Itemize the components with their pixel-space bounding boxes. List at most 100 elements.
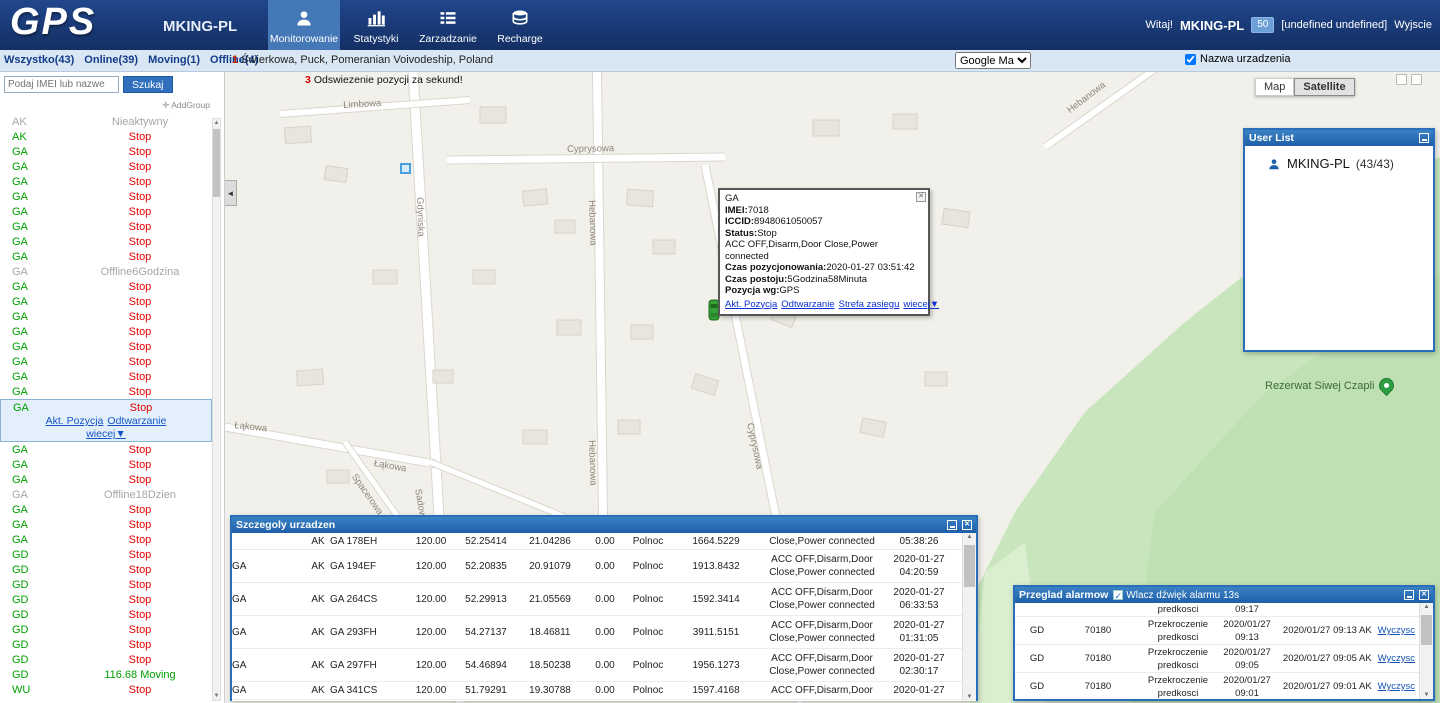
message-count-badge[interactable]: 50 (1251, 17, 1274, 33)
device-row[interactable]: GAStop (0, 309, 212, 324)
device-row[interactable]: GAStop (0, 369, 212, 384)
device-row[interactable]: GAStop (0, 517, 212, 532)
filter-tab[interactable]: Moving(1) (148, 54, 200, 66)
table-row[interactable]: GAAKGA 194EF120.0052.2083520.910790.00Po… (232, 550, 976, 583)
scroll-up-icon[interactable]: ▲ (213, 119, 220, 127)
device-row[interactable]: GDStop (0, 637, 212, 652)
device-row[interactable]: GDStop (0, 652, 212, 667)
reserve-pin-icon[interactable] (1376, 375, 1397, 396)
device-row[interactable]: GAStop (0, 384, 212, 399)
device-row[interactable]: GAStop (0, 219, 212, 234)
scrollbar-thumb[interactable] (213, 129, 220, 197)
scroll-up-icon[interactable]: ▲ (963, 534, 976, 540)
add-group-link[interactable]: ✛ AddGroup (162, 100, 210, 110)
scrollbar-thumb[interactable] (964, 545, 975, 587)
scroll-down-icon[interactable]: ▼ (963, 694, 976, 700)
clear-alarm-link[interactable]: Wyczysc (1378, 681, 1415, 692)
alarm-row[interactable]: GD70180Przekroczeniepredkosci2020/01/270… (1015, 673, 1433, 699)
device-row[interactable]: GDStop (0, 607, 212, 622)
alarms-scrollbar[interactable]: ▲ ▼ (1419, 603, 1433, 699)
alarm-row[interactable]: predkosci09:17 (1015, 603, 1433, 617)
minimize-icon[interactable] (947, 520, 957, 530)
device-row[interactable]: GAStop (0, 324, 212, 339)
device-row[interactable]: GAStop (0, 472, 212, 487)
logout-link[interactable]: Wyjscie (1394, 19, 1432, 31)
filter-tab[interactable]: Online(39) (84, 54, 138, 66)
table-row[interactable]: AKGA 178EH120.0052.2541421.042860.00Poln… (232, 533, 976, 550)
popup-link[interactable]: Odtwarzanie (781, 299, 834, 310)
scroll-down-icon[interactable]: ▼ (213, 692, 220, 700)
device-row[interactable]: GAStop (0, 339, 212, 354)
table-row[interactable]: GAAKGA 264CS120.0052.2991321.055690.00Po… (232, 583, 976, 616)
map-control-icon[interactable] (1396, 74, 1407, 85)
device-row[interactable]: GAStop (0, 174, 212, 189)
selected-device-block[interactable]: GAStopAkt. PozycjaOdtwarzaniewiecej▼ (0, 399, 212, 442)
search-button[interactable]: Szukaj (123, 76, 173, 93)
device-row[interactable]: GAStop (0, 457, 212, 472)
nav-tab-statystyki[interactable]: Statystyki (340, 0, 412, 50)
device-row[interactable]: GAOffline18Dzien (0, 487, 212, 502)
device-row[interactable]: GAStop (0, 159, 212, 174)
device-action-link[interactable]: Akt. Pozycja (46, 415, 104, 427)
device-row[interactable]: AKStop (0, 129, 212, 144)
alarm-row[interactable]: GD70180Przekroczeniepredkosci2020/01/270… (1015, 617, 1433, 645)
device-details-header[interactable]: Szczegoly urzadzen ✕ (232, 517, 976, 533)
alarms-header[interactable]: Przeglad alarmow ✓ Wlacz dźwięk alarmu 1… (1015, 587, 1433, 603)
device-row[interactable]: GDStop (0, 592, 212, 607)
device-row[interactable]: GDStop (0, 562, 212, 577)
minimize-icon[interactable] (1404, 590, 1414, 600)
sidebar-collapse-arrow-icon[interactable]: ◄ (225, 180, 237, 206)
close-icon[interactable]: ✕ (1419, 590, 1429, 600)
device-row[interactable]: GAStop (0, 294, 212, 309)
nav-tab-zarzadzanie[interactable]: Zarzadzanie (412, 0, 484, 50)
search-input[interactable] (4, 76, 119, 93)
device-row[interactable]: GDStop (0, 622, 212, 637)
device-row[interactable]: GAStop (0, 354, 212, 369)
nav-tab-recharge[interactable]: Recharge (484, 0, 556, 50)
device-row[interactable]: GDStop (0, 547, 212, 562)
small-map-marker[interactable] (400, 163, 411, 174)
device-row[interactable]: GAStop (0, 144, 212, 159)
sidebar-scrollbar[interactable]: ▲ ▼ (212, 118, 221, 701)
map-control-icon[interactable] (1411, 74, 1422, 85)
device-row[interactable]: GAStop (0, 234, 212, 249)
device-action-link[interactable]: Odtwarzanie (107, 415, 166, 427)
clear-alarm-link[interactable]: Wyczysc (1378, 625, 1415, 636)
device-row[interactable]: GAStop (0, 279, 212, 294)
clear-alarm-link[interactable]: Wyczysc (1378, 653, 1415, 664)
map-type-select[interactable]: Google Map (955, 52, 1031, 69)
minimize-icon[interactable] (1419, 133, 1429, 143)
device-row[interactable]: GDStop (0, 577, 212, 592)
device-row[interactable]: GD116.68 Moving (0, 667, 212, 682)
device-row[interactable]: GAStop (0, 204, 212, 219)
device-more-link[interactable]: wiecej▼ (86, 428, 126, 440)
details-scrollbar[interactable]: ▲ ▼ (962, 533, 976, 701)
popup-link[interactable]: Strefa zasiegu (839, 299, 900, 310)
scrollbar-thumb[interactable] (1421, 615, 1432, 645)
device-row[interactable]: AKNieaktywny (0, 114, 212, 129)
device-row[interactable]: GAStop (0, 249, 212, 264)
device-row[interactable]: GAStop (1, 400, 211, 415)
device-row[interactable]: GAStop (0, 532, 212, 547)
alarm-row[interactable]: GD70180Przekroczeniepredkosci2020/01/270… (1015, 645, 1433, 673)
popup-link[interactable]: Akt. Pozycja (725, 299, 777, 310)
map-button[interactable]: Map (1255, 78, 1294, 96)
satellite-button[interactable]: Satellite (1294, 78, 1354, 96)
device-name-checkbox[interactable] (1185, 54, 1196, 65)
filter-tab[interactable]: Wszystko(43) (4, 54, 74, 66)
device-row[interactable]: GAStop (0, 502, 212, 517)
device-row[interactable]: GAOffline6Godzina (0, 264, 212, 279)
device-row[interactable]: GAStop (0, 442, 212, 457)
popup-link[interactable]: wiecej▼ (903, 299, 939, 310)
alarm-sound-checkbox[interactable]: ✓ (1113, 590, 1123, 600)
scroll-up-icon[interactable]: ▲ (1420, 604, 1433, 610)
scroll-down-icon[interactable]: ▼ (1420, 692, 1433, 698)
table-row[interactable]: GAAKGA 341CS120.0051.7929119.307880.00Po… (232, 682, 976, 700)
device-row[interactable]: WUStop (0, 682, 212, 697)
device-row[interactable]: GAStop (0, 189, 212, 204)
user-list-item[interactable]: MKING-PL (43/43) (1245, 146, 1433, 171)
user-list-header[interactable]: User List (1245, 130, 1433, 146)
popup-close-icon[interactable]: ✕ (916, 192, 926, 202)
table-row[interactable]: GAAKGA 293FH120.0054.2713718.468110.00Po… (232, 616, 976, 649)
table-row[interactable]: GAAKGA 297FH120.0054.4689418.502380.00Po… (232, 649, 976, 682)
